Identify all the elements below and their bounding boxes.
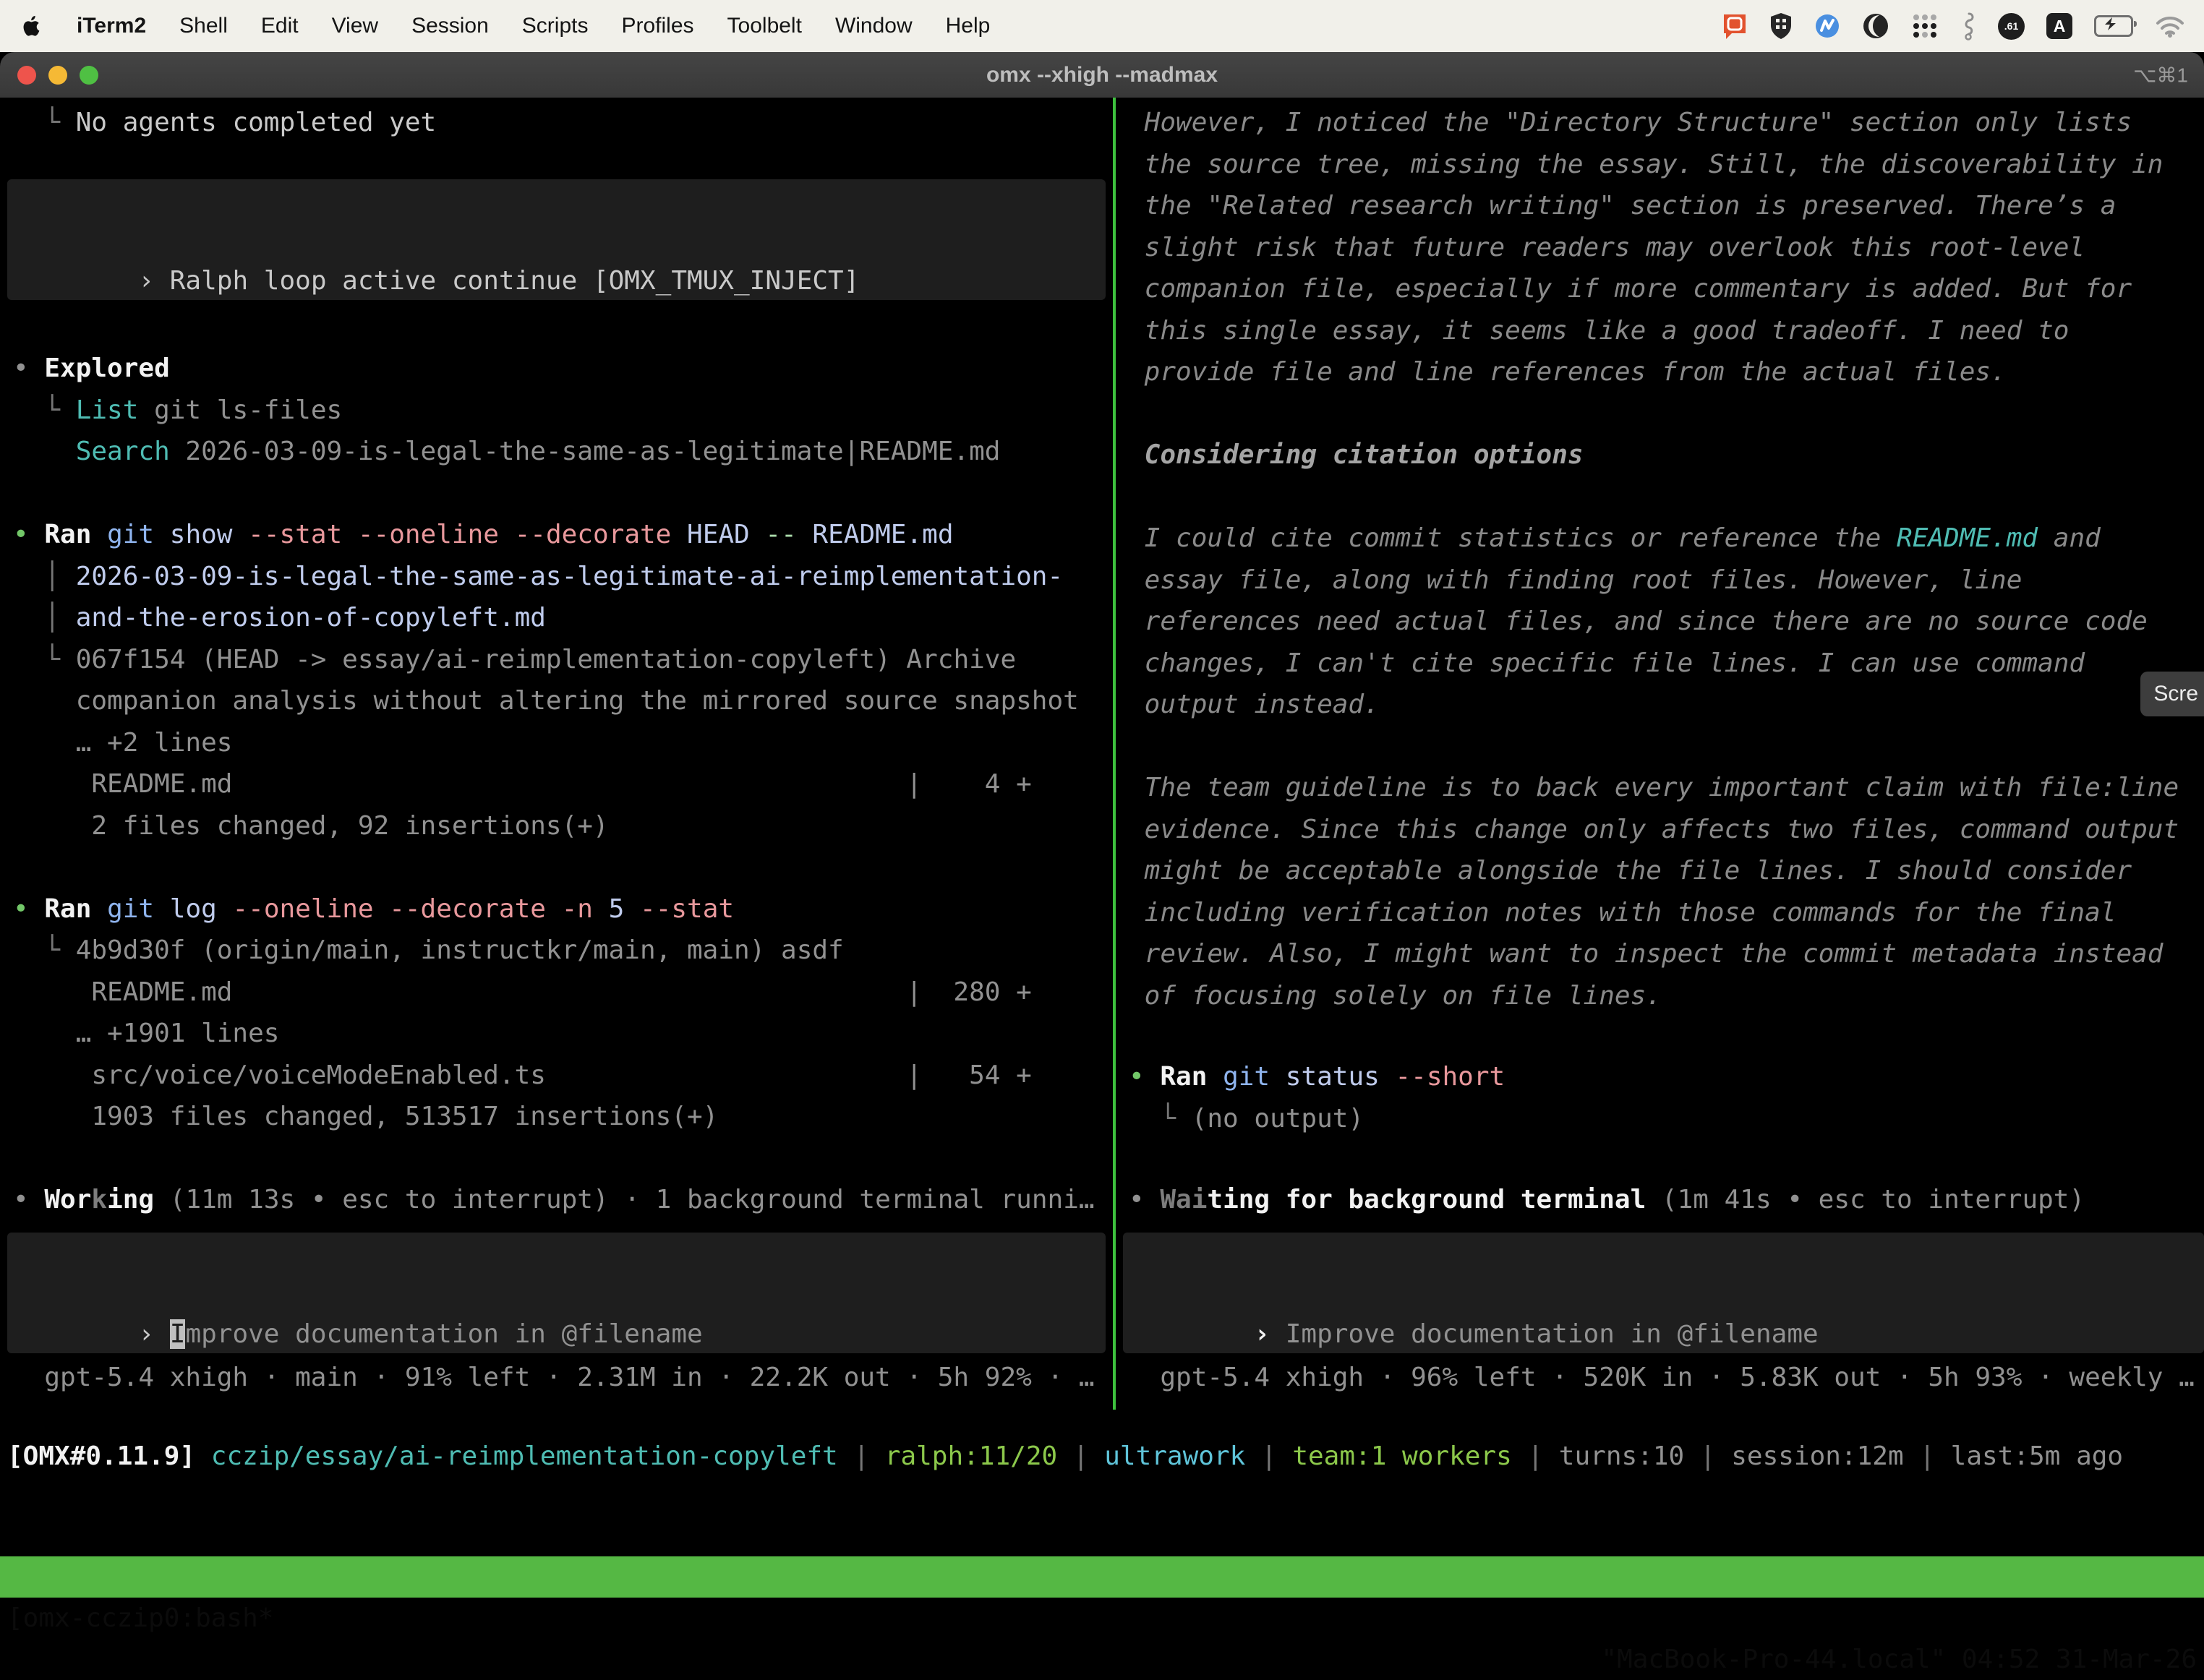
wifi-icon[interactable] bbox=[2155, 14, 2185, 38]
terminal-line: 1903 files changed, 513517 insertions(+) bbox=[13, 1096, 718, 1137]
terminal-line: • Waiting for background terminal (1m 41… bbox=[1129, 1179, 2085, 1220]
banner-prompt-icon: › bbox=[138, 266, 169, 296]
menu-item-edit[interactable]: Edit bbox=[261, 14, 299, 38]
dots-grid-icon[interactable] bbox=[1911, 12, 1939, 40]
terminal-line: README.md | 280 + bbox=[13, 972, 1032, 1013]
terminal-line: • Explored bbox=[13, 348, 170, 389]
left-terminal-pane[interactable]: └ No agents completed yet • Explored └ Li… bbox=[0, 98, 1113, 1410]
terminal-line: I could cite commit statistics or refere… bbox=[1129, 518, 2101, 559]
terminal-line: 2 files changed, 92 insertions(+) bbox=[13, 805, 609, 847]
blue-badge-icon[interactable] bbox=[1814, 13, 1840, 39]
terminal-line: provide file and line references from th… bbox=[1129, 351, 2007, 393]
prompt-chevron-icon: › bbox=[138, 1319, 169, 1349]
kaleidoscope-icon[interactable] bbox=[1862, 12, 1889, 40]
tmux-session-label[interactable]: [omx-cczip0:bash* bbox=[7, 1598, 273, 1639]
ralph-loop-banner: › Ralph loop active continue [OMX_TMUX_I… bbox=[7, 179, 1106, 300]
terminal-content: └ No agents completed yet • Explored └ Li… bbox=[0, 98, 2204, 1410]
menu-item-help[interactable]: Help bbox=[946, 14, 991, 38]
terminal-line: essay file, along with finding root file… bbox=[1129, 560, 2022, 601]
shield-grid-icon[interactable] bbox=[1769, 12, 1793, 40]
terminal-line: │ and-the-erosion-of-copyleft.md bbox=[13, 597, 546, 638]
terminal-line: gpt-5.4 xhigh · 96% left · 520K in · 5.8… bbox=[1129, 1357, 2195, 1398]
chat-icon[interactable] bbox=[1722, 12, 1748, 40]
text-cursor: I bbox=[170, 1319, 186, 1349]
menu-item-window[interactable]: Window bbox=[835, 14, 913, 38]
right-input-text: Improve documentation in @filename bbox=[1286, 1319, 1819, 1349]
right-pane-lines: However, I noticed the "Directory Struct… bbox=[1116, 98, 2204, 1410]
terminal-line: references need actual files, and since … bbox=[1129, 601, 2148, 642]
window-title-bar[interactable]: omx --xhigh --madmax ⌥⌘1 bbox=[0, 52, 2204, 98]
terminal-line: README.md | 4 + bbox=[13, 763, 1032, 805]
terminal-line: └ List git ls-files bbox=[13, 390, 342, 431]
menu-item-scripts[interactable]: Scripts bbox=[522, 14, 589, 38]
terminal-line: companion analysis without altering the … bbox=[13, 680, 1079, 721]
terminal-line: evidence. Since this change only affects… bbox=[1129, 809, 2179, 850]
terminal-line: Considering citation options bbox=[1129, 434, 1584, 476]
menu-status-icons: .61 A bbox=[1722, 12, 2185, 40]
screen-tooltip: Scre bbox=[2140, 672, 2204, 716]
right-terminal-pane[interactable]: However, I noticed the "Directory Struct… bbox=[1116, 98, 2204, 1410]
window-title: omx --xhigh --madmax bbox=[0, 63, 2204, 87]
terminal-line: └ 067f154 (HEAD -> essay/ai-reimplementa… bbox=[13, 639, 1016, 680]
terminal-line: the "Related research writing" section i… bbox=[1129, 185, 2116, 226]
terminal-line: … +1901 lines bbox=[13, 1013, 279, 1054]
menu-item-profiles[interactable]: Profiles bbox=[621, 14, 693, 38]
terminal-line: The team guideline is to back every impo… bbox=[1129, 767, 2179, 808]
left-input-text: mprove documentation in @filename bbox=[185, 1319, 702, 1349]
terminal-line: └ (no output) bbox=[1129, 1098, 1364, 1139]
terminal-line: • Ran git status --short bbox=[1129, 1056, 1505, 1097]
terminal-line: review. Also, I might want to inspect th… bbox=[1129, 933, 2163, 974]
terminal-line: including verification notes with those … bbox=[1129, 892, 2116, 933]
terminal-line: • Ran git log --oneline --decorate -n 5 … bbox=[13, 888, 734, 930]
terminal-line: of focusing solely on file lines. bbox=[1129, 975, 1662, 1016]
terminal-line: gpt-5.4 xhigh · main · 91% left · 2.31M … bbox=[13, 1357, 1095, 1398]
menu-item-view[interactable]: View bbox=[332, 14, 378, 38]
menu-items: iTerm2 Shell Edit View Session Scripts P… bbox=[22, 14, 990, 38]
terminal-line: However, I noticed the "Directory Struct… bbox=[1129, 102, 2132, 143]
menu-item-shell[interactable]: Shell bbox=[179, 14, 228, 38]
terminal-line: output instead. bbox=[1129, 684, 1380, 725]
omx-status-line: [OMX#0.11.9] cczip/essay/ai-reimplementa… bbox=[7, 1436, 2123, 1477]
right-prompt-input[interactable]: › Improve documentation in @filename bbox=[1123, 1233, 2204, 1353]
input-source-a[interactable]: A bbox=[2046, 13, 2072, 39]
battery-icon[interactable] bbox=[2094, 15, 2133, 37]
terminal-line: • Ran git show --stat --oneline --decora… bbox=[13, 514, 954, 555]
terminal-line: … +2 lines bbox=[13, 722, 232, 763]
tmux-status-bar: [omx-cczip0:bash* "MacBook-Pro-44.local"… bbox=[0, 1556, 2204, 1598]
left-prompt-input[interactable]: › Improve documentation in @filename bbox=[7, 1233, 1106, 1353]
terminal-line: might be acceptable alongside the file l… bbox=[1129, 850, 2132, 891]
macos-menu-bar: iTerm2 Shell Edit View Session Scripts P… bbox=[0, 0, 2204, 52]
prompt-chevron-icon: › bbox=[1254, 1319, 1285, 1349]
terminal-line: • Working (11m 13s • esc to interrupt) ·… bbox=[13, 1179, 1095, 1220]
window-shortcut-badge: ⌥⌘1 bbox=[2133, 63, 2188, 87]
hook-icon[interactable] bbox=[1960, 12, 1976, 40]
terminal-line: └ 4b9d30f (origin/main, instructkr/main,… bbox=[13, 930, 844, 971]
menu-item-toolbelt[interactable]: Toolbelt bbox=[727, 14, 802, 38]
terminal-line: └ No agents completed yet bbox=[13, 102, 436, 143]
terminal-line: Search 2026-03-09-is-legal-the-same-as-l… bbox=[13, 431, 1000, 472]
terminal-line: src/voice/voiceModeEnabled.ts | 54 + bbox=[13, 1055, 1032, 1096]
menu-item-session[interactable]: Session bbox=[411, 14, 489, 38]
apple-menu-icon[interactable] bbox=[22, 14, 40, 38]
banner-text: Ralph loop active continue [OMX_TMUX_INJ… bbox=[170, 266, 860, 296]
menu-item-iterm2[interactable]: iTerm2 bbox=[77, 14, 146, 38]
omx-status-area: [OMX#0.11.9] cczip/essay/ai-reimplementa… bbox=[0, 1412, 2204, 1556]
terminal-line: slight risk that future readers may over… bbox=[1129, 227, 2085, 268]
terminal-line: changes, I can't cite specific file line… bbox=[1129, 643, 2085, 684]
tmux-host-clock: "MacBook-Pro-44.local" 04:52 31-Mar-26 bbox=[1601, 1639, 2197, 1680]
terminal-line: companion file, especially if more comme… bbox=[1129, 268, 2132, 309]
battery-percent-badge[interactable]: .61 bbox=[1998, 13, 2025, 40]
terminal-line: this single essay, it seems like a good … bbox=[1129, 310, 2069, 351]
terminal-line: the source tree, missing the essay. Stil… bbox=[1129, 144, 2163, 185]
terminal-line: │ 2026-03-09-is-legal-the-same-as-legiti… bbox=[13, 556, 1063, 597]
